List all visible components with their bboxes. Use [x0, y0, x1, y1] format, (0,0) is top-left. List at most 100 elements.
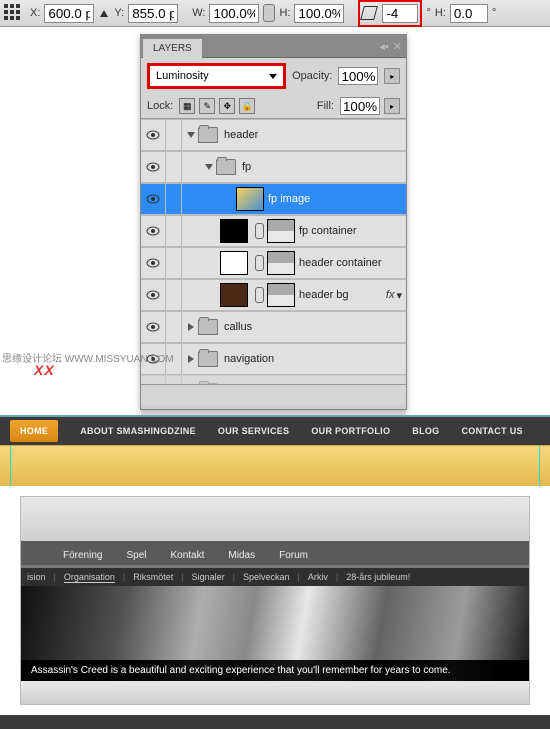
tab-förening[interactable]: Förening: [61, 546, 104, 565]
site-nav: HOME ABOUT SMASHINGDZINE OUR SERVICES OUR P…: [0, 417, 550, 446]
layer-row-logo[interactable]: logo: [141, 375, 406, 384]
disclosure-icon[interactable]: [188, 323, 194, 331]
folder-icon: [198, 351, 218, 367]
nav-about-smashingdzine[interactable]: ABOUT SMASHINGDZINE: [80, 426, 196, 436]
link-icon: [255, 223, 264, 239]
visibility-toggle[interactable]: [141, 280, 166, 310]
h-input[interactable]: [294, 4, 344, 23]
layer-row-header[interactable]: header: [141, 119, 406, 151]
watermark-xx: XX: [34, 362, 55, 378]
visibility-toggle[interactable]: [141, 216, 166, 246]
options-bar: X: Y: W: H: ° H: °: [0, 0, 550, 27]
reference-point-icon[interactable]: [4, 4, 22, 22]
subnav-organisation[interactable]: Organisation: [64, 572, 115, 583]
visibility-toggle[interactable]: [141, 120, 166, 150]
layer-name[interactable]: navigation: [224, 353, 274, 365]
w-input[interactable]: [209, 4, 259, 23]
close-icon[interactable]: ✕: [393, 40, 402, 53]
inner-footer: [21, 681, 529, 704]
layer-list: header fp fp image fp container header conta…: [141, 119, 406, 384]
visibility-toggle[interactable]: [141, 312, 166, 342]
fill-input[interactable]: [340, 97, 380, 115]
layer-row-header-bg[interactable]: header bg fx ▾: [141, 279, 406, 311]
nav-contact-us[interactable]: CONTACT US: [461, 426, 522, 436]
hero-image: Assassin's Creed is a beautiful and exci…: [21, 586, 529, 681]
opacity-input[interactable]: [338, 67, 378, 85]
vector-mask-thumbnail[interactable]: [267, 283, 295, 307]
link-icon: [255, 255, 264, 271]
tab-spel[interactable]: Spel: [124, 546, 148, 565]
site-footer: [0, 715, 550, 729]
panel-footer: [141, 384, 406, 409]
nav-our-services[interactable]: OUR SERVICES: [218, 426, 289, 436]
subnav-spelveckan[interactable]: Spelveckan: [243, 572, 290, 582]
fx-indicator[interactable]: fx ▾: [386, 289, 402, 302]
x-input[interactable]: [44, 4, 94, 23]
lock-position-icon[interactable]: ✥: [219, 98, 235, 114]
visibility-toggle[interactable]: [141, 248, 166, 278]
layer-thumbnail[interactable]: [220, 251, 248, 275]
lock-transparency-icon[interactable]: ▦: [179, 98, 195, 114]
subnav-riksm-tet[interactable]: Riksmötet: [133, 572, 173, 582]
layer-thumbnail[interactable]: [220, 283, 248, 307]
opacity-label: Opacity:: [292, 70, 332, 82]
tab-forum[interactable]: Forum: [277, 546, 310, 565]
link-icon: [255, 287, 264, 303]
lock-label: Lock:: [147, 100, 173, 112]
hero-caption: Assassin's Creed is a beautiful and exci…: [21, 660, 529, 681]
layer-row-fp-container[interactable]: fp container: [141, 215, 406, 247]
layer-row-fp[interactable]: fp: [141, 151, 406, 183]
opacity-stepper[interactable]: ▸: [384, 68, 400, 84]
visibility-toggle[interactable]: [141, 184, 166, 214]
chevron-down-icon: [269, 74, 277, 79]
layer-name[interactable]: fp container: [299, 225, 356, 237]
tab-kontakt[interactable]: Kontakt: [168, 546, 206, 565]
layer-name[interactable]: header container: [299, 257, 382, 269]
disclosure-icon[interactable]: [188, 355, 194, 363]
collapse-icon[interactable]: ◂▪: [379, 40, 388, 53]
angle-input[interactable]: [382, 4, 418, 23]
layer-thumbnail[interactable]: [236, 187, 264, 211]
visibility-toggle[interactable]: [141, 152, 166, 182]
disclosure-icon[interactable]: [205, 164, 213, 170]
shear-h-input[interactable]: [450, 4, 488, 23]
layer-row-callus[interactable]: callus: [141, 311, 406, 343]
layer-name[interactable]: fp image: [268, 193, 310, 205]
y-input[interactable]: [128, 4, 178, 23]
layer-row-fp-image[interactable]: fp image: [141, 183, 406, 215]
layers-panel: LAYERS ◂▪ ✕ Luminosity Opacity: ▸ Lock: …: [140, 34, 407, 410]
tab-layers[interactable]: LAYERS: [143, 39, 202, 58]
blend-mode-dropdown[interactable]: Luminosity: [147, 63, 286, 89]
angle-highlight: [358, 0, 422, 27]
lock-pixels-icon[interactable]: ✎: [199, 98, 215, 114]
subnav-ision[interactable]: ision: [27, 572, 46, 582]
subnav-28-rs-jubileum-[interactable]: 28-års jubileum!: [346, 572, 410, 582]
disclosure-icon[interactable]: [187, 132, 195, 138]
x-label: X:: [30, 7, 40, 19]
nav-home[interactable]: HOME: [10, 420, 58, 442]
link-icon[interactable]: [263, 4, 275, 22]
layer-name[interactable]: fp: [242, 161, 251, 173]
shear-h-label: H:: [435, 7, 446, 19]
layer-name[interactable]: callus: [224, 321, 252, 333]
layer-thumbnail[interactable]: [220, 219, 248, 243]
layer-row-header-container[interactable]: header container: [141, 247, 406, 279]
layer-name[interactable]: header: [224, 129, 258, 141]
page-mockup: HOME ABOUT SMASHINGDZINE OUR SERVICES OUR P…: [0, 415, 550, 729]
subnav-arkiv[interactable]: Arkiv: [308, 572, 328, 582]
layer-name[interactable]: header bg: [299, 289, 349, 301]
tab-midas[interactable]: Midas: [226, 546, 257, 565]
fill-label: Fill:: [317, 100, 334, 112]
vector-mask-thumbnail[interactable]: [267, 251, 295, 275]
vector-mask-thumbnail[interactable]: [267, 219, 295, 243]
inner-tabs: Förening Spel Kontakt Midas Forum: [21, 541, 529, 568]
delta-icon[interactable]: [100, 10, 108, 17]
layer-row-navigation[interactable]: navigation: [141, 343, 406, 375]
nav-blog[interactable]: BLOG: [412, 426, 439, 436]
visibility-toggle[interactable]: [141, 376, 166, 384]
subnav-signaler[interactable]: Signaler: [192, 572, 225, 582]
lock-all-icon[interactable]: 🔒: [239, 98, 255, 114]
nav-our-portfolio[interactable]: OUR PORTFOLIO: [311, 426, 390, 436]
blend-mode-value: Luminosity: [156, 70, 209, 82]
fill-stepper[interactable]: ▸: [384, 98, 400, 114]
